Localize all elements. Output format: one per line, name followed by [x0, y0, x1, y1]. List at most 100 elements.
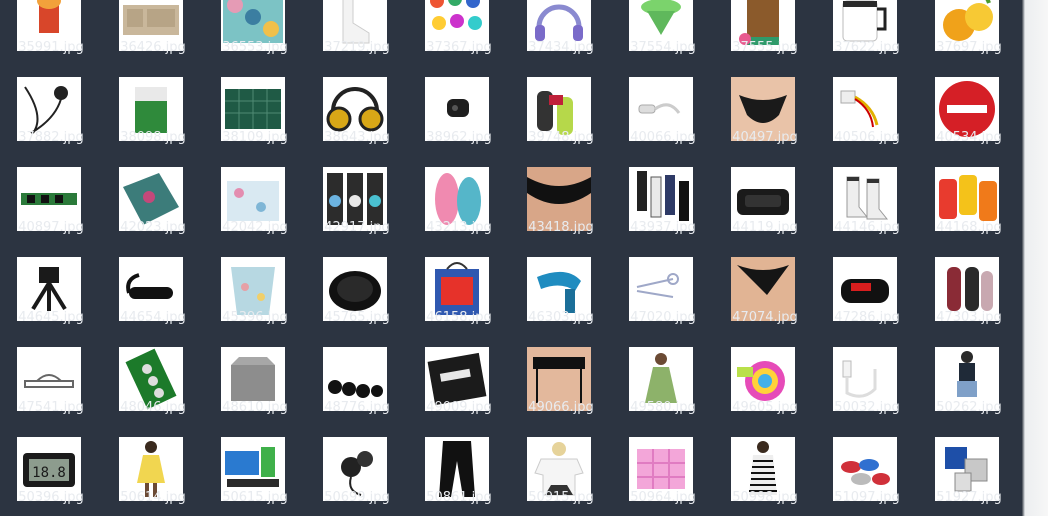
file-item[interactable]: 50998.jpg [714, 437, 816, 516]
file-name: 49066.jpg [528, 400, 594, 415]
file-name: 36426.jpg [120, 40, 186, 55]
file-item[interactable]: 44146.jpg [816, 167, 918, 257]
file-item[interactable]: 18.8 50396.jpg [0, 437, 102, 516]
file-item[interactable]: 36553.jpg [204, 0, 306, 77]
file-item[interactable]: 47286.jpg [816, 257, 918, 347]
file-name: 40506.jpg [834, 130, 900, 145]
file-name: 40497.jpg [732, 130, 798, 145]
file-item[interactable]: 40897.jpg [0, 167, 102, 257]
file-item[interactable]: 49605.jpg [714, 347, 816, 437]
file-item[interactable]: 38098.jpg [102, 77, 204, 167]
file-item[interactable]: 38109.jpg [204, 77, 306, 167]
file-name: 42917.jpg [324, 220, 390, 235]
file-name: 44168.jpg [936, 220, 1002, 235]
file-item[interactable]: 44654.jpg [102, 257, 204, 347]
file-item[interactable]: 43937.jpg [612, 167, 714, 257]
file-item[interactable]: 50614.jpg [102, 437, 204, 516]
file-item[interactable]: 50861.jpg [408, 437, 510, 516]
file-item[interactable]: 42917.jpg [306, 167, 408, 257]
file-item[interactable]: 37697.jpg [918, 0, 1020, 77]
file-name: 48776.jpg [324, 400, 390, 415]
file-item[interactable]: 44645.jpg [0, 257, 102, 347]
file-grid-view[interactable]: 35991.jpg 36426.jpg 36553.jpg 37219.jpg 3736… [0, 0, 1022, 516]
file-name: 40897.jpg [18, 220, 84, 235]
file-item[interactable]: 49580.jpg [612, 347, 714, 437]
file-name: 50262.jpg [936, 400, 1002, 415]
file-name: 38109.jpg [222, 130, 288, 145]
file-item[interactable]: 37554.jpg [612, 0, 714, 77]
file-item[interactable]: 40506.jpg [816, 77, 918, 167]
file-name: 51927.jpg [936, 490, 1002, 505]
file-name: 38098.jpg [120, 130, 186, 145]
file-item[interactable]: 43418.jpg [510, 167, 612, 257]
file-name: 40066.jpg [630, 130, 696, 145]
file-item[interactable]: 48610.jpg [204, 347, 306, 437]
file-item[interactable]: 47541.jpg [0, 347, 102, 437]
file-item[interactable]: 44119.jpg [714, 167, 816, 257]
file-item[interactable]: 42042.jpg [204, 167, 306, 257]
file-item[interactable]: 37367.jpg [408, 0, 510, 77]
file-item[interactable]: 50915.jpg [510, 437, 612, 516]
file-name: 48610.jpg [222, 400, 288, 415]
file-item[interactable]: 49009.jpg [408, 347, 510, 437]
file-item[interactable]: 48046.jpg [102, 347, 204, 437]
file-name: 43213.jpg [426, 220, 492, 235]
svg-text:18.8: 18.8 [32, 465, 66, 481]
file-name: 50915.jpg [528, 490, 594, 505]
file-item[interactable]: 40534.jpg [918, 77, 1020, 167]
file-name: 44146.jpg [834, 220, 900, 235]
file-item[interactable]: 40497.jpg [714, 77, 816, 167]
file-item[interactable]: 50699.jpg [306, 437, 408, 516]
file-item[interactable]: 48776.jpg [306, 347, 408, 437]
file-item[interactable]: 50032.jpg [816, 347, 918, 437]
file-item[interactable]: 49066.jpg [510, 347, 612, 437]
file-item[interactable]: 44168.jpg [918, 167, 1020, 257]
file-item[interactable]: 36426.jpg [102, 0, 204, 77]
file-item[interactable]: 50262.jpg [918, 347, 1020, 437]
file-item[interactable]: 39748.jpg [510, 77, 612, 167]
file-item[interactable]: 47020.jpg [612, 257, 714, 347]
file-name: 50998.jpg [732, 490, 798, 505]
file-item[interactable]: 40066.jpg [612, 77, 714, 167]
file-name: 37882.jpg [18, 130, 84, 145]
window-edge [1022, 0, 1048, 516]
file-item[interactable]: 37434.jpg [510, 0, 612, 77]
file-name: 42042.jpg [222, 220, 288, 235]
file-item[interactable]: 46303.jpg [510, 257, 612, 347]
file-name: 50964.jpg [630, 490, 696, 505]
file-item[interactable]: 38962.jpg [408, 77, 510, 167]
file-name: 37555.jpg [732, 40, 798, 55]
file-item[interactable]: 45765.jpg [306, 257, 408, 347]
file-name: 37554.jpg [630, 40, 696, 55]
file-item[interactable]: 45396.jpg [204, 257, 306, 347]
file-name: 48046.jpg [120, 400, 186, 415]
file-name: 45765.jpg [324, 310, 390, 325]
file-name: 37697.jpg [936, 40, 1002, 55]
file-item[interactable]: 47303.jpg [918, 257, 1020, 347]
file-item[interactable]: 42023.jpg [102, 167, 204, 257]
file-item[interactable]: 46158.jpg [408, 257, 510, 347]
file-item[interactable]: 47074.jpg [714, 257, 816, 347]
file-item[interactable]: 51927.jpg [918, 437, 1020, 516]
file-name: 39748.jpg [528, 130, 594, 145]
file-name: 37622.jpg [834, 40, 900, 55]
file-item[interactable]: 51097.jpg [816, 437, 918, 516]
file-name: 50614.jpg [120, 490, 186, 505]
file-item[interactable]: 35991.jpg [0, 0, 102, 77]
file-name: 47541.jpg [18, 400, 84, 415]
file-item[interactable]: 37882.jpg [0, 77, 102, 167]
file-item[interactable]: 37555.jpg [714, 0, 816, 77]
file-name: 51097.jpg [834, 490, 900, 505]
file-name: 37219.jpg [324, 40, 390, 55]
file-item[interactable]: 37219.jpg [306, 0, 408, 77]
file-item[interactable]: 50615.jpg [204, 437, 306, 516]
file-name: 43937.jpg [630, 220, 696, 235]
file-item[interactable]: 37622.jpg [816, 0, 918, 77]
file-name: 50615.jpg [222, 490, 288, 505]
file-name: 47286.jpg [834, 310, 900, 325]
file-item[interactable]: 50964.jpg [612, 437, 714, 516]
file-item[interactable]: 38643.jpg [306, 77, 408, 167]
file-item[interactable]: 43213.jpg [408, 167, 510, 257]
file-name: 43418.jpg [528, 220, 594, 235]
file-name: 44654.jpg [120, 310, 186, 325]
